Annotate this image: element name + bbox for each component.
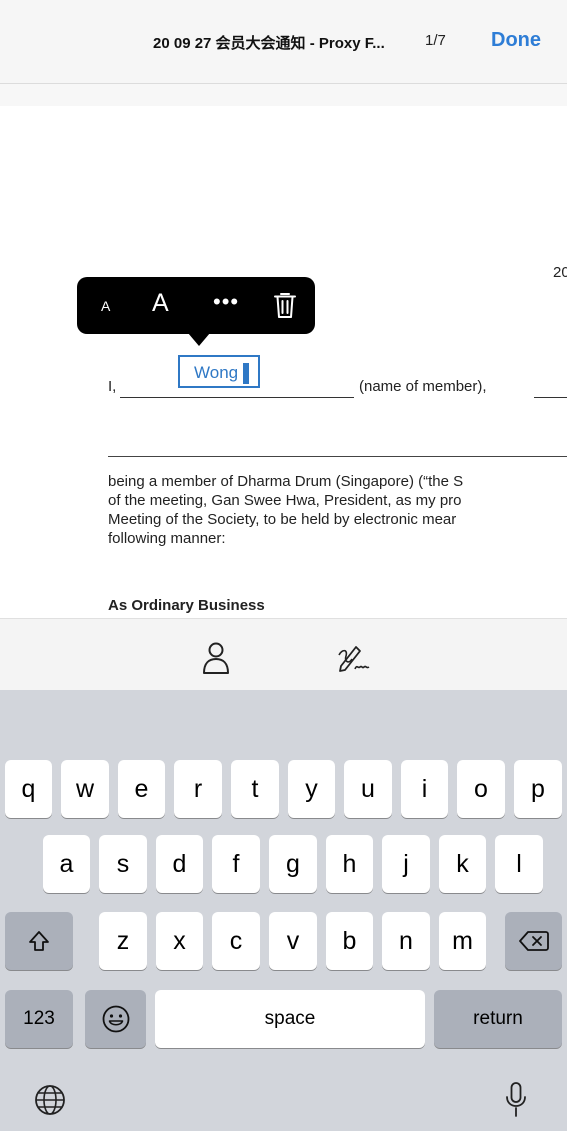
key-x[interactable]: x <box>156 912 203 970</box>
key-h[interactable]: h <box>326 835 373 893</box>
popover-arrow <box>188 333 210 346</box>
paragraph-line: being a member of Dharma Drum (Singapore… <box>108 473 464 490</box>
name-underline <box>120 397 354 398</box>
line-prefix: I, <box>108 378 117 395</box>
keyboard <box>0 690 567 1131</box>
globe-icon[interactable] <box>33 1083 67 1117</box>
shift-key[interactable] <box>5 912 73 970</box>
trash-icon[interactable] <box>274 291 296 319</box>
key-b[interactable]: b <box>326 912 373 970</box>
emoji-key[interactable] <box>85 990 146 1048</box>
key-k[interactable]: k <box>439 835 486 893</box>
page-indicator: 1/7 <box>425 32 446 49</box>
space-key[interactable]: space <box>155 990 425 1048</box>
section-heading: As Ordinary Business <box>108 597 265 614</box>
key-n[interactable]: n <box>382 912 430 970</box>
key-l[interactable]: l <box>495 835 543 893</box>
key-o[interactable]: o <box>457 760 505 818</box>
more-options-button[interactable]: ••• <box>213 289 239 315</box>
key-r[interactable]: r <box>174 760 222 818</box>
decrease-font-button[interactable]: A <box>101 298 110 314</box>
microphone-icon[interactable] <box>505 1081 527 1119</box>
paragraph-line: following manner: <box>108 530 226 547</box>
document-title: 20 09 27 会员大会通知 - Proxy F... <box>153 35 385 52</box>
key-m[interactable]: m <box>439 912 486 970</box>
paragraph-line: of the meeting, Gan Swee Hwa, President,… <box>108 492 462 509</box>
accessory-toolbar <box>0 618 567 690</box>
key-d[interactable]: d <box>156 835 203 893</box>
paragraph-line: Meeting of the Society, to be held by el… <box>108 511 457 528</box>
key-w[interactable]: w <box>61 760 109 818</box>
page-fragment-text: 20 <box>553 264 567 281</box>
done-button[interactable]: Done <box>491 29 541 52</box>
text-cursor <box>243 363 249 384</box>
text-field-value: Wong <box>194 363 239 382</box>
emoji-icon <box>101 1004 131 1034</box>
top-bar: 20 09 27 会员大会通知 - Proxy F... 1/7 Done <box>0 0 567 84</box>
key-i[interactable]: i <box>401 760 448 818</box>
return-key[interactable]: return <box>434 990 562 1048</box>
page-gap <box>0 84 567 106</box>
increase-font-button[interactable]: A <box>152 289 169 318</box>
trailing-underline <box>534 397 567 398</box>
signature-icon[interactable] <box>336 643 372 675</box>
key-q[interactable]: q <box>5 760 52 818</box>
key-e[interactable]: e <box>118 760 165 818</box>
key-v[interactable]: v <box>269 912 317 970</box>
delete-key[interactable] <box>505 912 562 970</box>
key-c[interactable]: c <box>212 912 260 970</box>
key-u[interactable]: u <box>344 760 392 818</box>
key-s[interactable]: s <box>99 835 147 893</box>
key-g[interactable]: g <box>269 835 317 893</box>
key-j[interactable]: j <box>382 835 430 893</box>
key-p[interactable]: p <box>514 760 562 818</box>
shift-icon <box>27 929 51 953</box>
name-of-member-label: (name of member), <box>359 378 487 395</box>
text-format-popover: A A ••• <box>77 277 315 334</box>
address-underline <box>108 456 567 457</box>
key-f[interactable]: f <box>212 835 260 893</box>
body-paragraph: being a member of Dharma Drum (Singapore… <box>108 472 567 548</box>
key-t[interactable]: t <box>231 760 279 818</box>
key-a[interactable]: a <box>43 835 90 893</box>
annotation-text-field[interactable]: Wong <box>178 355 260 388</box>
numbers-key[interactable]: 123 <box>5 990 73 1048</box>
document-page[interactable]: 20 I, (name of member), being a member o… <box>0 106 567 618</box>
delete-icon <box>518 930 549 952</box>
key-z[interactable]: z <box>99 912 147 970</box>
person-icon[interactable] <box>201 641 231 675</box>
key-y[interactable]: y <box>288 760 335 818</box>
